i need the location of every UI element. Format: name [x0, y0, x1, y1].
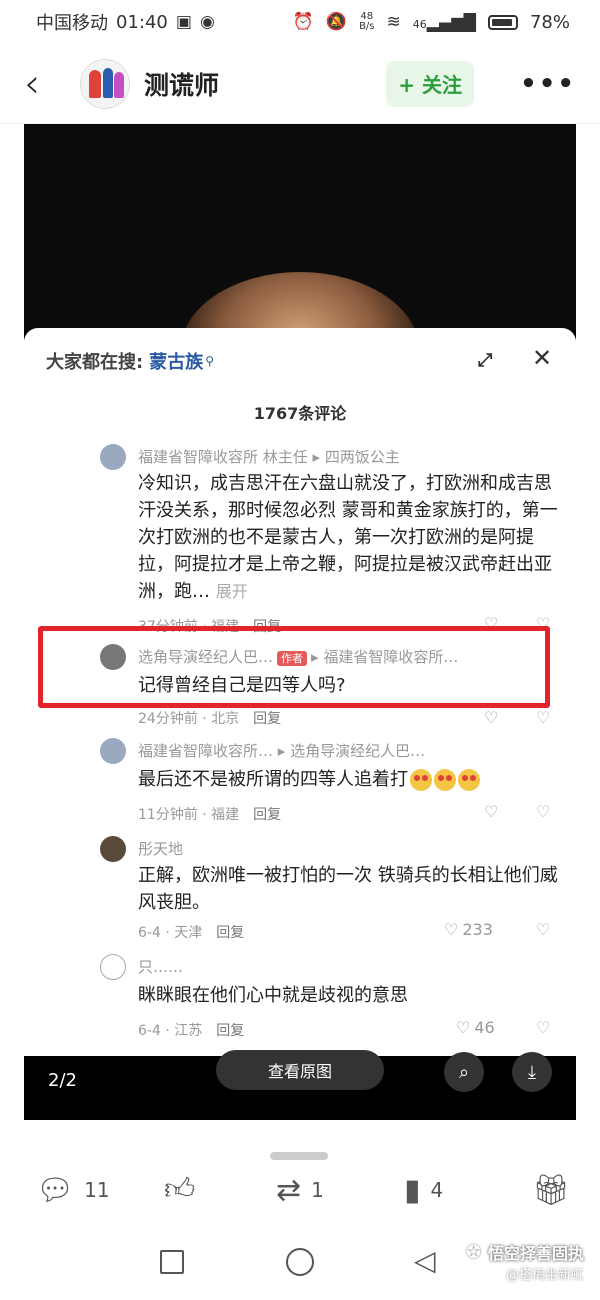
status-bar: 中国移动 01:40 ▣ ◉ ⏰ 🔕 48 B/s ≋ 46▂▄▆█ 78% — [0, 0, 600, 44]
drag-handle[interactable] — [270, 1152, 328, 1160]
reply-button[interactable]: 回复 — [216, 922, 244, 942]
comment-footer: 24分钟前 · 北京 回复 — [138, 708, 281, 728]
notification-icon: ▣ — [175, 12, 192, 32]
like-count[interactable]: ♡ 46 — [456, 1018, 495, 1037]
search-suggestion[interactable]: 大家都在搜: 蒙古族 ⚲ — [46, 348, 214, 374]
search-suggestion-term[interactable]: 蒙古族 — [149, 348, 203, 374]
comment-text: 正解，欧洲唯一被打怕的一次 铁骑兵的长相让他们威风丧胆。 — [138, 865, 558, 913]
wechat-icon: ✪ — [466, 1242, 482, 1263]
expand-link[interactable]: 展开 — [216, 582, 248, 601]
system-nav-bar: ◁ ✪ 悟空择善固执 @搭梅坐新虹 — [0, 1226, 600, 1300]
follow-button[interactable]: + 关注 — [386, 60, 475, 107]
heart-icon[interactable]: ♡ — [484, 708, 498, 727]
back-arrow-icon[interactable]: ‹ — [24, 64, 64, 104]
video-frame-face — [180, 272, 420, 330]
search-icon: ⚲ — [205, 354, 214, 368]
reply-button[interactable]: 回复 — [253, 708, 281, 728]
comment-time: 6-4 · 江苏 — [138, 1023, 203, 1039]
page-header: ‹ 测谎师 + 关注 ••• — [0, 44, 600, 124]
embedded-screenshot[interactable]: 大家都在搜: 蒙古族 ⚲ ⤢ ✕ 1767条评论 福建省智障收容所 林主任 ▸ … — [24, 124, 576, 1120]
mute-icon: 🔕 — [325, 12, 348, 32]
comment-text: 眯眯眼在他们心中就是歧视的意思 — [138, 985, 408, 1006]
avatar[interactable] — [100, 444, 126, 470]
gift-button[interactable]: 🎁︎ — [532, 1173, 570, 1208]
comment-button[interactable]: 💬︎ 11 — [36, 1173, 110, 1208]
repost-count-label: 1 — [311, 1178, 324, 1202]
bookmark-icon: ▮ — [404, 1172, 421, 1208]
comment-meta[interactable]: 福建省智障收容所 林主任 ▸ 四两饭公主 — [138, 446, 400, 467]
eye-icon: ◉ — [199, 12, 215, 32]
image-viewer-toolbar: 2/2 查看原图 ⌕ ⤓ — [24, 1050, 576, 1120]
comment-footer: 6-4 · 江苏 回复 — [138, 1020, 244, 1040]
heart-eyes-emoji-icon — [458, 769, 480, 791]
dislike-icon[interactable]: ♡ — [536, 920, 550, 939]
watermark-sub: @搭梅坐新虹 — [506, 1268, 585, 1283]
gift-icon: 🎁︎ — [532, 1172, 571, 1208]
recents-square-icon[interactable] — [160, 1250, 184, 1274]
close-icon[interactable]: ✕ — [532, 344, 552, 372]
reply-button[interactable]: 回复 — [253, 804, 281, 824]
clock: 01:40 — [116, 11, 168, 33]
comment-meta[interactable]: 只…… — [138, 956, 183, 977]
dislike-icon[interactable]: ♡ — [536, 1018, 550, 1037]
like-count[interactable]: ♡ 233 — [444, 920, 493, 939]
comment-count-label: 11 — [84, 1178, 110, 1202]
expand-icon[interactable]: ⤢ — [478, 350, 492, 371]
action-bar: 💬︎ 11 👍︎ ⇄ 1 ▮ 4 🎁︎ — [0, 1162, 600, 1218]
search-suggestion-label: 大家都在搜: — [46, 352, 144, 373]
favorite-count-label: 4 — [430, 1178, 444, 1202]
thumbs-up-icon: 👍︎ — [164, 1172, 196, 1207]
net-speed: 48 B/s — [359, 11, 375, 32]
avatar[interactable] — [100, 836, 126, 862]
comment-footer: 11分钟前 · 福建 回复 — [138, 804, 281, 824]
heart-eyes-emoji-icon — [410, 769, 432, 791]
download-icon[interactable]: ⤓ — [512, 1052, 552, 1092]
battery-icon — [487, 14, 518, 30]
page-indicator: 2/2 — [48, 1070, 77, 1091]
comment-text: 冷知识，成吉思汗在六盘山就没了，打欧洲和成吉思汗没关系，那时候忽必烈 蒙哥和黄金… — [138, 470, 558, 605]
comment-body: 最后还不是被所谓的四等人追着打 — [138, 769, 408, 790]
scan-icon[interactable]: ⌕ — [444, 1052, 484, 1092]
dislike-icon[interactable]: ♡ — [536, 802, 550, 821]
favorite-button[interactable]: ▮ 4 — [404, 1173, 443, 1208]
comment-text: 最后还不是被所谓的四等人追着打 — [138, 766, 558, 793]
carrier-label: 中国移动 — [36, 13, 108, 34]
comment-icon: 💬︎ — [36, 1172, 75, 1208]
more-options-icon[interactable]: ••• — [520, 69, 576, 99]
comment-footer: 6-4 · 天津 回复 — [138, 922, 244, 942]
heart-eyes-emoji-icon — [434, 769, 456, 791]
comment-meta[interactable]: 彤天地 — [138, 838, 183, 859]
comment-time: 6-4 · 天津 — [138, 925, 203, 941]
repost-button[interactable]: ⇄ 1 — [276, 1173, 324, 1208]
highlight-annotation — [38, 626, 550, 708]
reply-button[interactable]: 回复 — [216, 1020, 244, 1040]
repost-icon: ⇄ — [276, 1172, 302, 1208]
like-button[interactable]: 👍︎ — [164, 1172, 195, 1208]
comment-count: 1767条评论 — [253, 404, 347, 423]
home-circle-icon[interactable] — [286, 1248, 314, 1276]
comment-time: 24分钟前 · 北京 — [138, 711, 240, 727]
avatar[interactable] — [100, 738, 126, 764]
channel-avatar[interactable] — [80, 58, 130, 109]
avatar[interactable] — [100, 954, 126, 980]
comment-time: 11分钟前 · 福建 — [138, 807, 240, 823]
heart-icon: ♡ — [456, 1018, 471, 1037]
wifi-icon: ≋ — [386, 12, 401, 32]
watermark-main: 悟空择善固执 — [488, 1244, 585, 1263]
channel-name[interactable]: 测谎师 — [144, 66, 219, 102]
battery-percent: 78% — [529, 11, 570, 33]
comment-body: 冷知识，成吉思汗在六盘山就没了，打欧洲和成吉思汗没关系，那时候忽必烈 蒙哥和黄金… — [138, 473, 558, 602]
video-preview — [24, 124, 576, 330]
alarm-icon: ⏰ — [292, 12, 314, 32]
signal-label: 46▂▄▆█ — [412, 12, 476, 32]
view-original-button[interactable]: 查看原图 — [216, 1050, 384, 1090]
heart-icon: ♡ — [444, 920, 459, 939]
dislike-icon[interactable]: ♡ — [536, 708, 550, 727]
heart-icon[interactable]: ♡ — [484, 802, 498, 821]
comment-meta[interactable]: 福建省智障收容所… ▸ 选角导演经纪人巴… — [138, 740, 425, 761]
back-triangle-icon[interactable]: ◁ — [414, 1244, 436, 1277]
